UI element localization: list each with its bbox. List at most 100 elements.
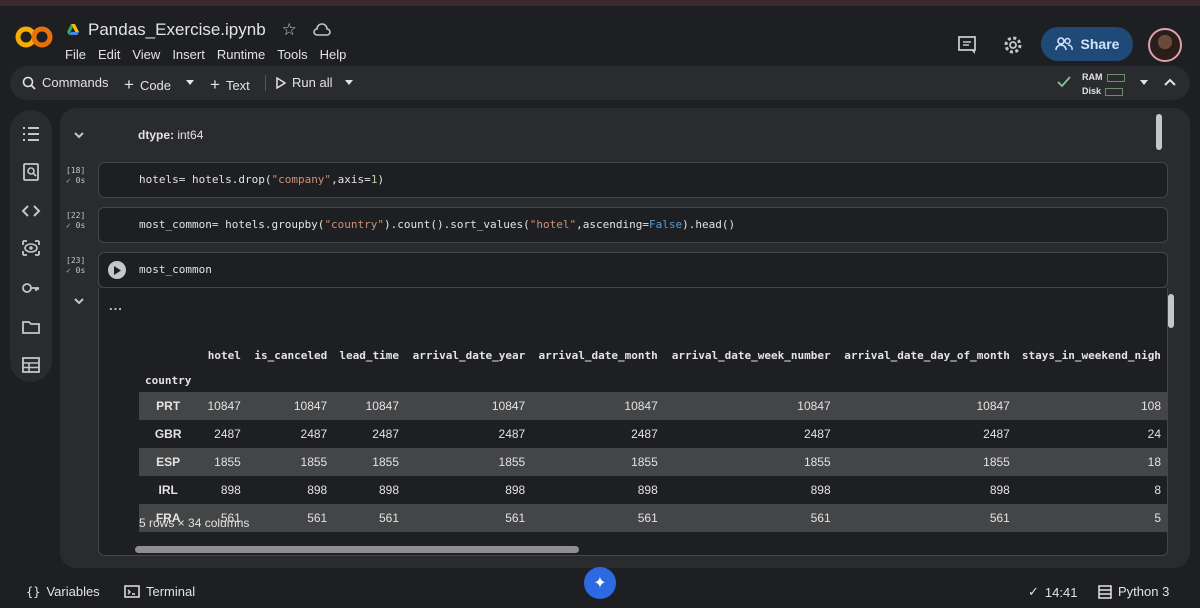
avatar[interactable] (1148, 28, 1182, 62)
cell: 1855 (197, 448, 247, 476)
column-header: arrival_date_week_number (671, 348, 831, 362)
row-index: IRL (158, 483, 178, 497)
commands-button[interactable]: Commands (22, 75, 108, 90)
code-label: Code (139, 77, 172, 93)
add-code-button[interactable]: + Code (124, 75, 171, 95)
chevron-down-icon[interactable] (345, 80, 353, 86)
run-all-button[interactable]: Run all (276, 75, 332, 90)
ram-label: RAM (1082, 72, 1103, 82)
variables-label: Variables (46, 584, 100, 599)
file-name[interactable]: Pandas_Exercise.ipynb (88, 20, 266, 40)
add-text-button[interactable]: + Text (210, 75, 250, 95)
code-line[interactable]: hotels= hotels.drop("company",axis=1) (139, 173, 384, 186)
exec-time: 0s (75, 176, 86, 185)
output-menu-icon[interactable]: ... (109, 298, 123, 313)
toolbar-divider (265, 75, 266, 91)
horizontal-scrollbar[interactable] (135, 546, 579, 553)
run-time: 14:41 (1044, 584, 1078, 600)
chevron-down-icon[interactable] (72, 128, 86, 142)
cell: 10847 (836, 392, 1016, 420)
code-cell-22[interactable]: most_common= hotels.groupby("country").c… (98, 207, 1168, 243)
menu-edit[interactable]: Edit (98, 47, 120, 62)
cell: 2487 (372, 427, 399, 441)
cell: 561 (531, 504, 664, 532)
code-cell-18[interactable]: hotels= hotels.drop("company",axis=1) (98, 162, 1168, 198)
run-cell-button[interactable] (108, 261, 126, 279)
cell: 10847 (246, 392, 334, 420)
menu-tools[interactable]: Tools (277, 47, 307, 62)
cloud-icon[interactable] (313, 23, 331, 37)
find-icon[interactable] (21, 162, 41, 182)
check-icon: ✓ (66, 176, 71, 185)
ram-disk-indicator[interactable]: RAM Disk (1082, 70, 1125, 98)
output-scrollbar[interactable] (1156, 114, 1162, 150)
code-token: False (648, 218, 683, 231)
table-row: IRL 898 898 898 898 898 898 898 8 (139, 476, 1167, 504)
exec-status-23: [23] ✓ 0s (66, 256, 85, 276)
key-icon[interactable] (21, 278, 41, 298)
code-token: hotels= hotels.drop( (139, 173, 272, 186)
settings-gear-icon[interactable] (1002, 34, 1024, 56)
table-row: FRA 561 561 561 561 561 561 561 5 (139, 504, 1167, 532)
variables-button[interactable]: {} Variables (26, 584, 100, 599)
variables-inspector-icon[interactable] (21, 238, 41, 258)
cell: 898 (307, 483, 328, 497)
runtime-button[interactable]: Python 3 (1098, 584, 1169, 599)
code-line[interactable]: most_common (139, 263, 212, 276)
disk-bar (1105, 87, 1124, 96)
menu-help[interactable]: Help (320, 47, 347, 62)
ram-bar (1106, 73, 1125, 82)
data-table-icon[interactable] (21, 355, 41, 375)
cell: 2487 (631, 427, 658, 441)
people-icon (1054, 37, 1073, 51)
exec-status-18: [18] ✓ 0s (66, 166, 85, 186)
play-icon (114, 265, 121, 275)
output-vertical-scrollbar[interactable] (1168, 294, 1174, 328)
code-snippets-icon[interactable] (21, 201, 41, 221)
colab-logo[interactable] (14, 24, 54, 50)
cell: 561 (836, 504, 1016, 532)
cell: 10847 (663, 392, 837, 420)
menu-view[interactable]: View (132, 47, 160, 62)
share-button[interactable]: Share (1041, 27, 1133, 61)
notebook-toolbar: Commands + Code + Text Run all RAM Disk (10, 66, 1190, 100)
cell: 898 (220, 483, 241, 497)
code-token: "hotel" (529, 218, 577, 231)
output-area-23: ... hotel is_canceled lead_time arrival_… (98, 288, 1168, 556)
terminal-button[interactable]: Terminal (124, 584, 195, 599)
index-name: country (145, 373, 192, 387)
cell: 18 (1015, 448, 1167, 476)
code-token: ) (377, 173, 385, 186)
left-sidebar (10, 110, 52, 382)
row-index: GBR (154, 427, 182, 441)
chevron-down-icon[interactable] (1140, 80, 1148, 86)
cell: 10847 (531, 392, 664, 420)
star-icon[interactable]: ☆ (282, 20, 297, 40)
commands-label: Commands (42, 75, 109, 90)
code-line[interactable]: most_common= hotels.groupby("country").c… (139, 218, 735, 231)
files-folder-icon[interactable] (21, 317, 41, 337)
cell: 10847 (405, 392, 532, 420)
comments-icon[interactable] (956, 34, 978, 56)
code-token: ).count().sort_values( (384, 218, 530, 231)
column-header: arrival_date_month (538, 348, 658, 362)
share-label: Share (1080, 36, 1120, 52)
table-of-contents-icon[interactable] (21, 124, 41, 144)
menu-runtime[interactable]: Runtime (217, 47, 265, 62)
menu-insert[interactable]: Insert (172, 47, 205, 62)
code-cell-23[interactable]: most_common (98, 252, 1168, 288)
gemini-button[interactable]: ✦ (584, 567, 616, 599)
last-run-status[interactable]: ✓ 14:41 (1028, 584, 1077, 600)
chevron-up-icon[interactable] (1164, 78, 1176, 86)
menu-file[interactable]: File (65, 47, 86, 62)
cell: 1855 (333, 448, 405, 476)
cell: 24 (1147, 427, 1161, 441)
cell: 108 (1015, 392, 1167, 420)
chevron-down-icon[interactable] (72, 294, 86, 308)
dtype-output: dtype: int64 (138, 128, 203, 142)
title-bar: Pandas_Exercise.ipynb ☆ File Edit View I… (0, 6, 1200, 66)
play-icon (276, 76, 286, 89)
cell: 2487 (214, 427, 241, 441)
cell: 1855 (836, 448, 1016, 476)
chevron-down-icon[interactable] (186, 80, 194, 86)
